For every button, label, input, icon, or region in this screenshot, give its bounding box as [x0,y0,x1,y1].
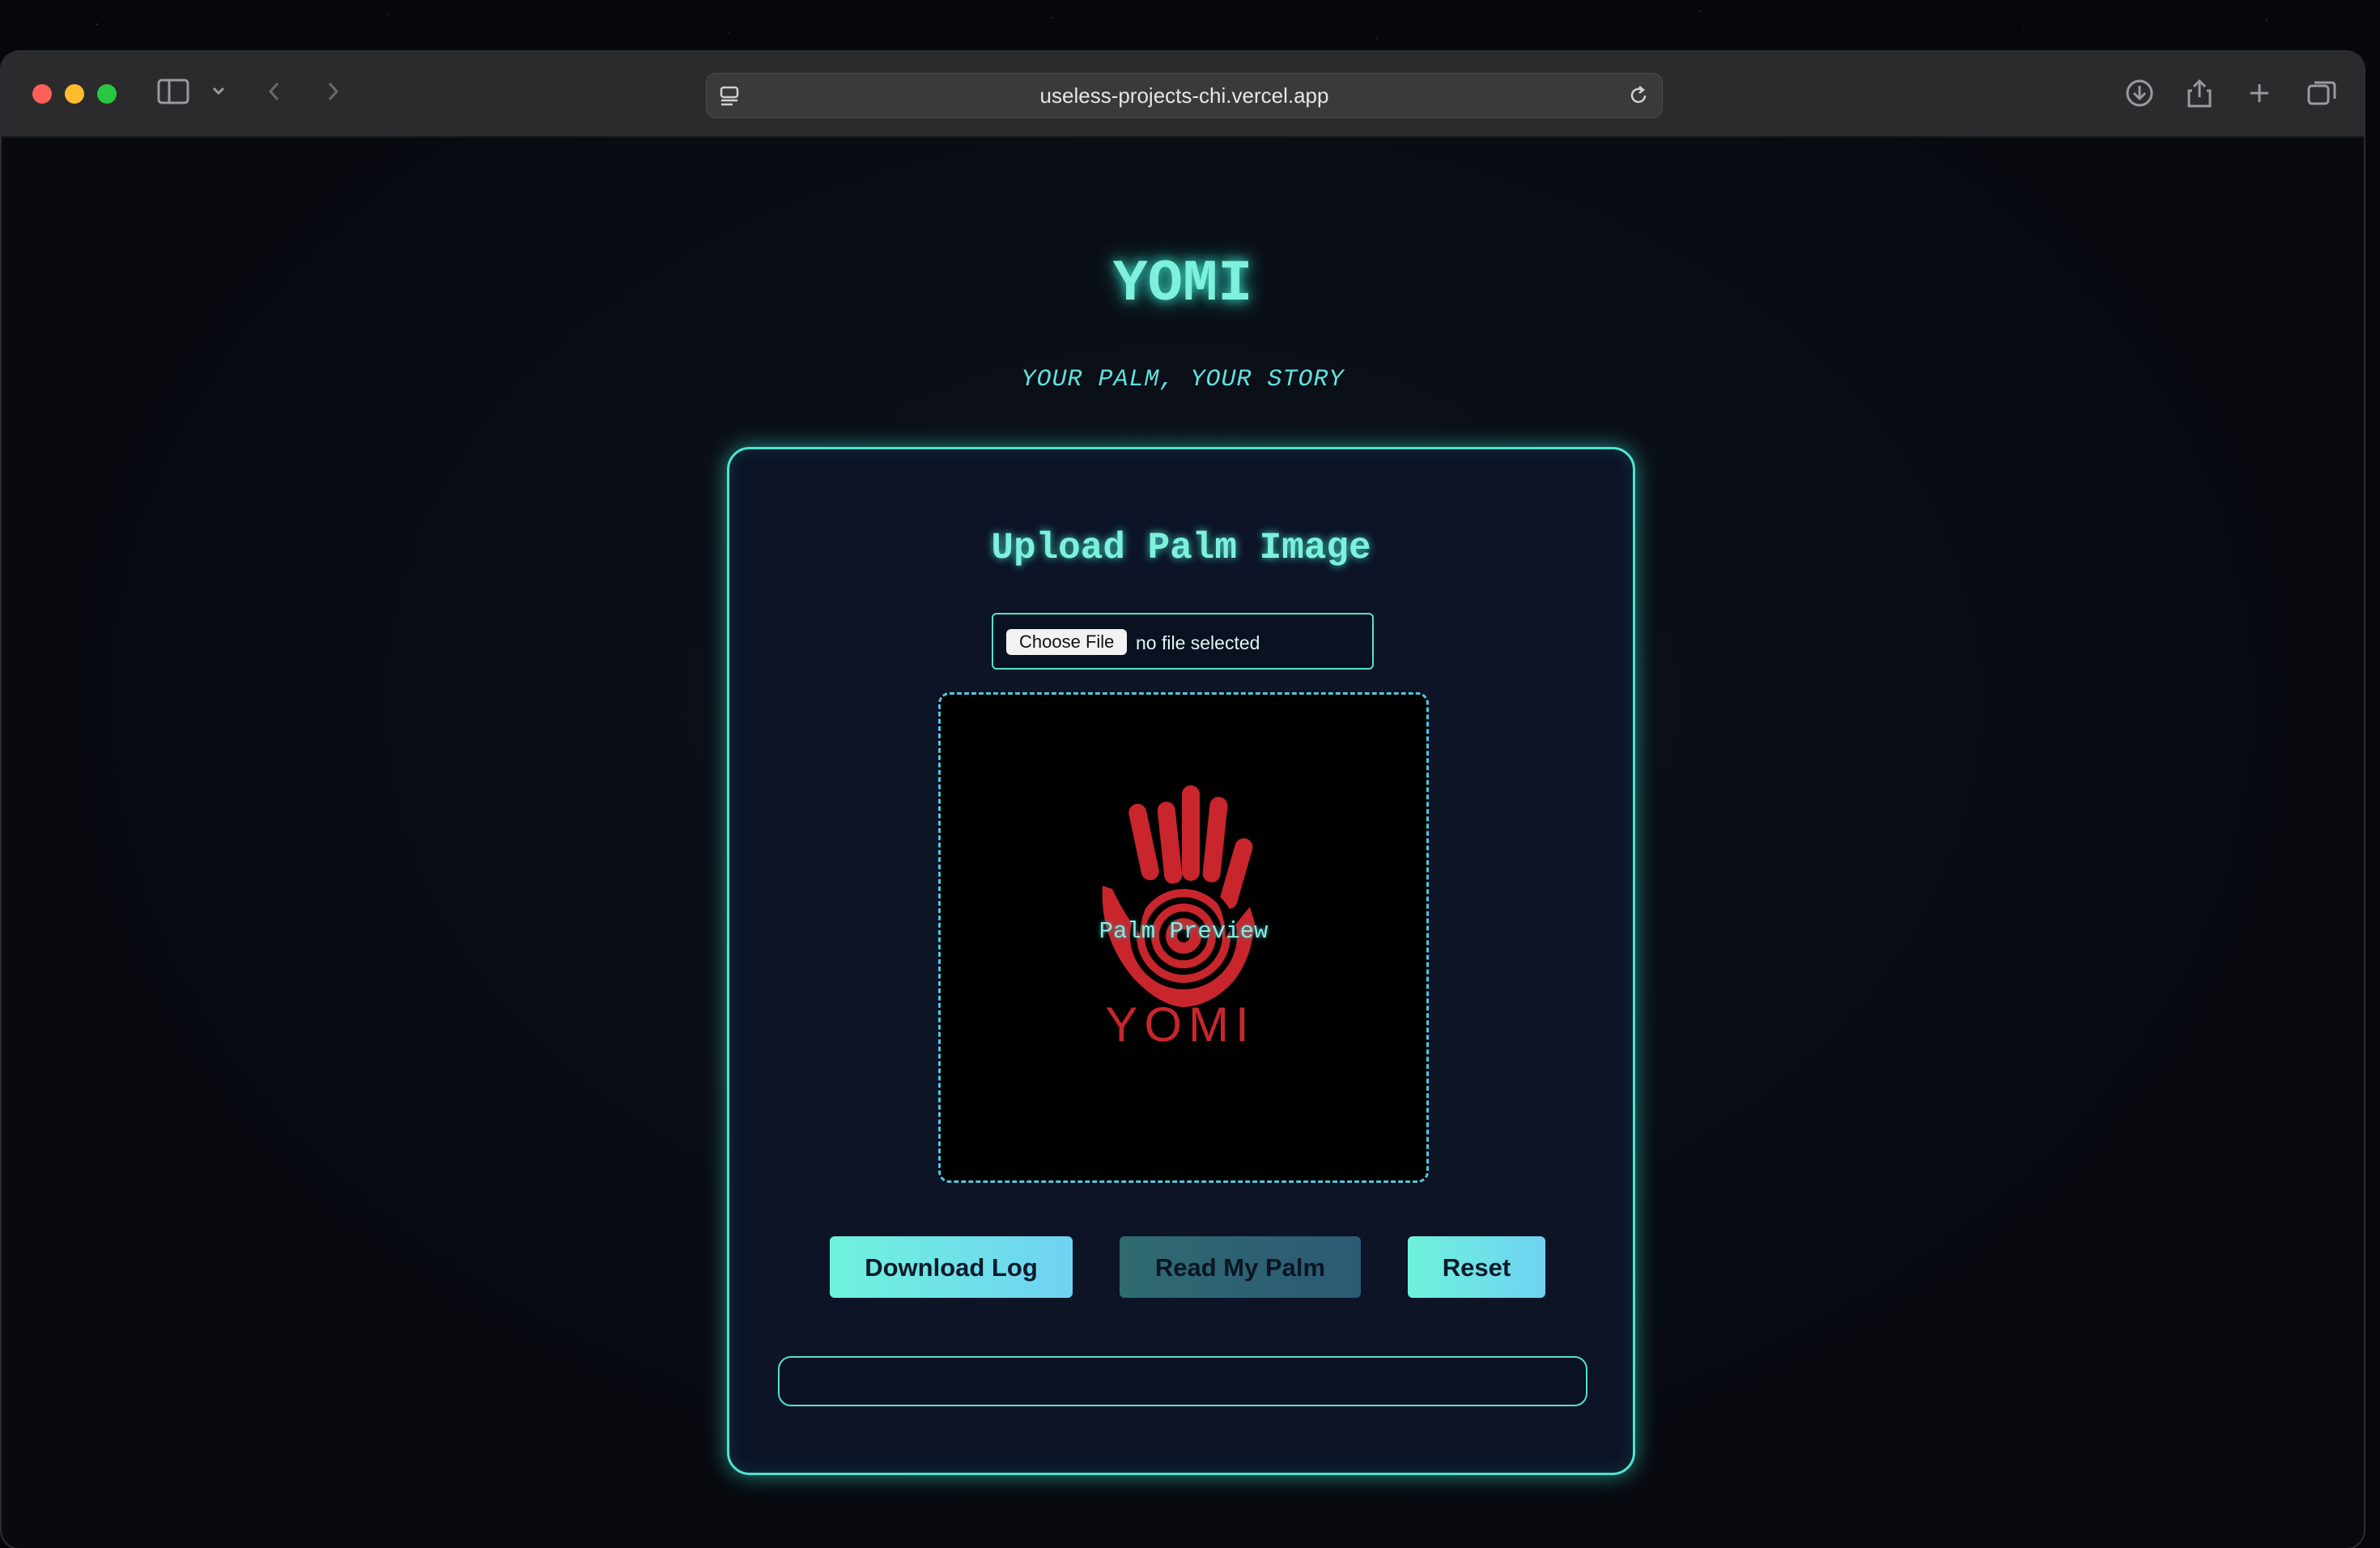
logo-wordmark: YOMI [1105,997,1255,1052]
read-my-palm-button[interactable]: Read My Palm [1120,1236,1361,1298]
file-input[interactable]: Choose File no file selected [992,613,1374,670]
browser-toolbar: useless-projects-chi.vercel.app [2,52,2364,138]
web-page: YOMI YOUR PALM, YOUR STORY Upload Palm I… [2,138,2364,1548]
app-tagline: YOUR PALM, YOUR STORY [1021,366,1345,393]
share-icon[interactable] [2186,78,2213,116]
address-bar[interactable]: useless-projects-chi.vercel.app [706,73,1663,118]
chevron-down-icon[interactable] [210,78,227,113]
upload-heading: Upload Palm Image [991,527,1371,569]
close-window-button[interactable] [32,84,52,104]
new-tab-plus-icon[interactable] [2246,78,2273,116]
file-status-text: no file selected [1136,632,1260,653]
download-log-button[interactable]: Download Log [830,1236,1073,1298]
back-arrow-icon[interactable] [266,78,283,113]
tab-overview-icon[interactable] [2306,78,2338,116]
choose-file-button[interactable]: Choose File [1006,629,1128,655]
download-icon[interactable] [2124,78,2155,116]
zoom-window-button[interactable] [97,84,117,104]
palm-preview-label: Palm Preview [1099,918,1269,945]
palm-reading-output [778,1356,1587,1406]
browser-window: useless-projects-chi.vercel.app YOMI YOU… [2,52,2364,1548]
sidebar-toggle-icon[interactable] [157,78,189,113]
reset-button[interactable]: Reset [1408,1236,1545,1298]
reload-icon[interactable] [1626,83,1651,112]
palm-preview-box: YOMI Palm Preview [938,692,1429,1183]
app-title: YOMI [1112,251,1253,317]
forward-arrow-icon[interactable] [324,78,342,113]
url-text: useless-projects-chi.vercel.app [1039,83,1329,108]
minimize-window-button[interactable] [65,84,84,104]
upload-card: Upload Palm Image Choose File no file se… [727,447,1635,1475]
